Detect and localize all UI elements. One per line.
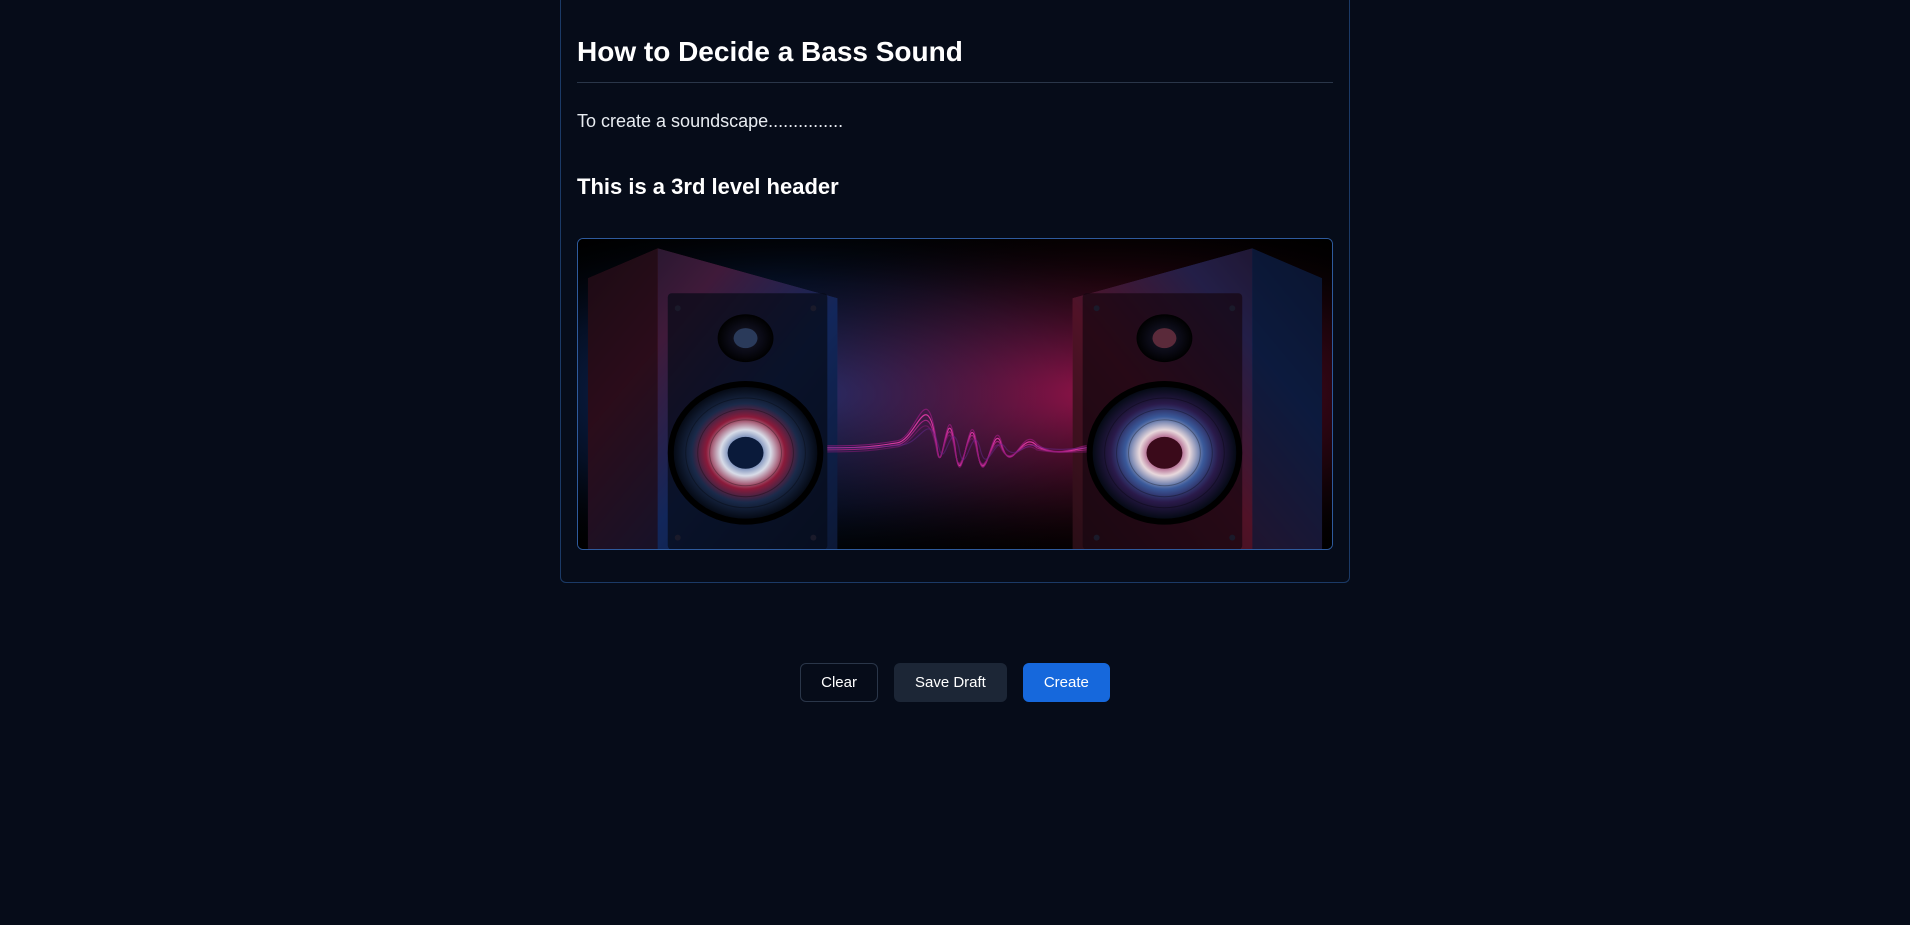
speakers-waveform-image: [578, 239, 1332, 549]
article-image[interactable]: [577, 238, 1333, 550]
action-button-row: Clear Save Draft Create: [800, 663, 1110, 702]
article-paragraph[interactable]: To create a soundscape...............: [577, 111, 1333, 132]
article-h3[interactable]: This is a 3rd level header: [577, 174, 1333, 200]
editor-card: How to Decide a Bass Sound To create a s…: [560, 0, 1350, 583]
save-draft-button[interactable]: Save Draft: [894, 663, 1007, 702]
article-title[interactable]: How to Decide a Bass Sound: [577, 16, 1333, 82]
title-divider: [577, 82, 1333, 83]
clear-button[interactable]: Clear: [800, 663, 878, 702]
create-button[interactable]: Create: [1023, 663, 1110, 702]
